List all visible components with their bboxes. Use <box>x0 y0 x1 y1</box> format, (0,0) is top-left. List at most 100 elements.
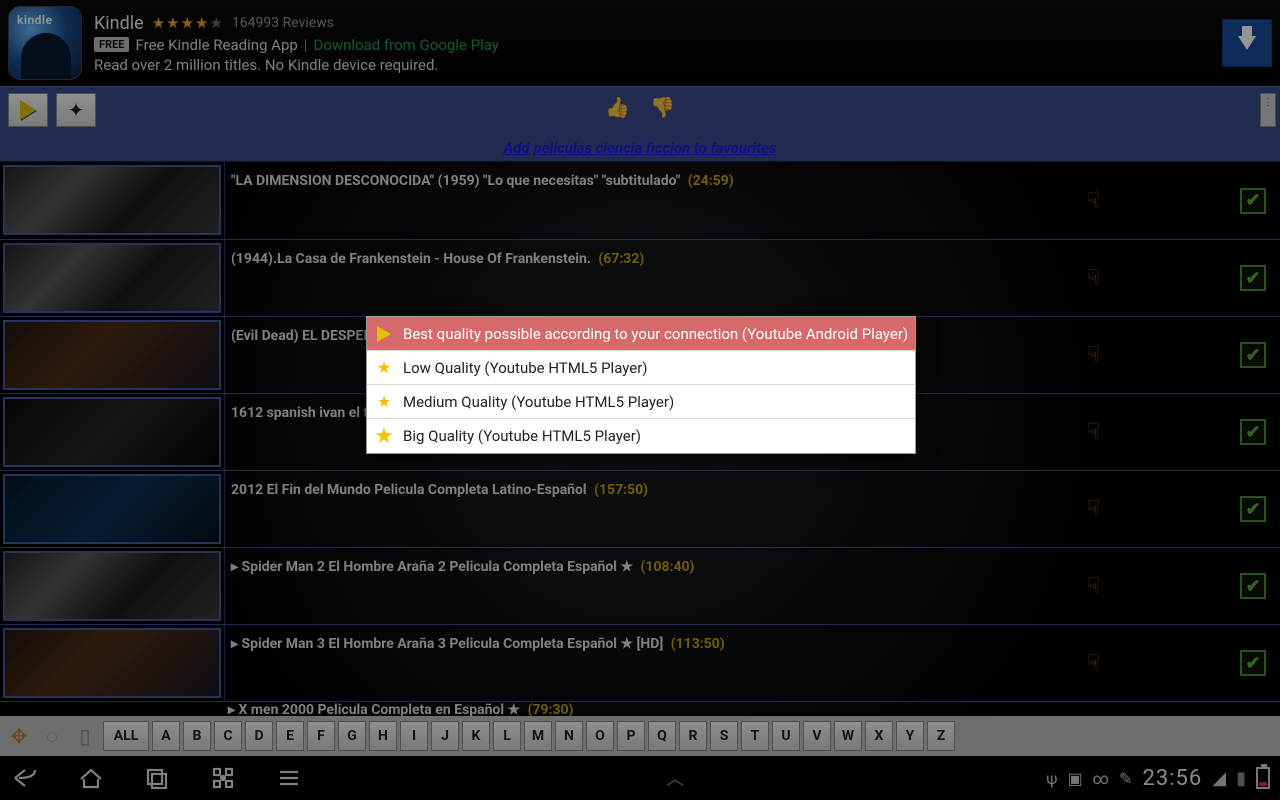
download-icon <box>1238 36 1256 50</box>
quality-option-big[interactable]: ★ Big Quality (Youtube HTML5 Player) <box>367 419 915 453</box>
filter-letter-d[interactable]: D <box>245 721 273 751</box>
filter-letter-p[interactable]: P <box>617 721 645 751</box>
video-row-body: 2012 El Fin del Mundo Pelicula Completa … <box>224 471 1280 547</box>
ad-reviews: 164993 Reviews <box>232 15 334 31</box>
video-thumbnail[interactable] <box>3 397 221 467</box>
video-row-body: ▸ Spider Man 2 El Hombre Araña 2 Pelicul… <box>224 548 1280 624</box>
star-icon: ★ <box>373 392 395 411</box>
menu-button[interactable] <box>274 765 304 791</box>
tap-hint-icon: ☟ <box>1087 651 1100 676</box>
checked-icon[interactable]: ✔ <box>1240 496 1266 522</box>
quality-option-best[interactable]: Best quality possible according to your … <box>367 317 915 351</box>
filter-letter-r[interactable]: R <box>679 721 707 751</box>
download-button[interactable] <box>1222 19 1272 67</box>
checked-icon[interactable]: ✔ <box>1240 650 1266 676</box>
video-row[interactable]: "LA DIMENSION DESCONOCIDA" (1959) "Lo qu… <box>0 162 1280 239</box>
back-button[interactable] <box>10 765 40 791</box>
ad-banner: Kindle ★★★★★ 164993 Reviews FREE Free Ki… <box>0 0 1280 86</box>
filter-letter-j[interactable]: J <box>431 721 459 751</box>
video-thumbnail[interactable] <box>3 320 221 390</box>
tap-hint-icon: ☟ <box>1087 574 1100 599</box>
free-badge: FREE <box>94 37 129 52</box>
video-row[interactable]: ▸ Spider Man 3 El Hombre Araña 3 Pelicul… <box>0 624 1280 701</box>
quality-option-label: Low Quality (Youtube HTML5 Player) <box>403 359 648 377</box>
video-title: 2012 El Fin del Mundo Pelicula Completa … <box>231 482 648 498</box>
status-tray[interactable]: ψ ▣ ∞ ✎ 23:56 ◢ ▮ <box>1046 766 1270 791</box>
tap-hint-icon: ☟ <box>1087 420 1100 445</box>
video-thumbnail[interactable] <box>3 243 221 313</box>
overflow-menu-button[interactable]: ⋮ <box>1260 93 1276 127</box>
thumbs-up-button[interactable]: 👍 <box>605 95 630 119</box>
filter-letter-q[interactable]: Q <box>648 721 676 751</box>
video-row[interactable]: ▸ Spider Man 2 El Hombre Araña 2 Pelicul… <box>0 547 1280 624</box>
filter-letter-z[interactable]: Z <box>927 721 955 751</box>
filter-letter-b[interactable]: B <box>183 721 211 751</box>
video-duration: (108:40) <box>641 559 695 575</box>
filter-letter-u[interactable]: U <box>772 721 800 751</box>
quality-option-label: Big Quality (Youtube HTML5 Player) <box>403 427 641 445</box>
quality-option-label: Medium Quality (Youtube HTML5 Player) <box>403 393 674 411</box>
filter-letter-o[interactable]: O <box>586 721 614 751</box>
video-row[interactable]: (1944).La Casa de Frankenstein - House O… <box>0 239 1280 316</box>
filter-letter-y[interactable]: Y <box>896 721 924 751</box>
edit-icon: ✎ <box>1119 769 1132 788</box>
video-thumbnail[interactable] <box>3 474 221 544</box>
filter-letter-t[interactable]: T <box>741 721 769 751</box>
tap-hint-icon: ☟ <box>1087 343 1100 368</box>
video-title: ▸ Spider Man 2 El Hombre Araña 2 Pelicul… <box>231 559 694 575</box>
checked-icon[interactable]: ✔ <box>1240 419 1266 445</box>
checked-icon[interactable]: ✔ <box>1240 265 1266 291</box>
video-thumbnail[interactable] <box>3 551 221 621</box>
filter-letter-g[interactable]: G <box>338 721 366 751</box>
filter-letter-x[interactable]: X <box>865 721 893 751</box>
wifi-icon: ◢ <box>1212 768 1226 789</box>
filter-letter-n[interactable]: N <box>555 721 583 751</box>
play-icon <box>373 323 395 345</box>
ad-app-icon[interactable] <box>8 6 82 80</box>
video-thumbnail[interactable] <box>3 628 221 698</box>
filter-letter-s[interactable]: S <box>710 721 738 751</box>
star-icon: ★ <box>373 358 395 377</box>
filter-letter-k[interactable]: K <box>462 721 490 751</box>
ad-tagline: Read over 2 million titles. No Kindle de… <box>94 56 499 74</box>
filter-letter-v[interactable]: V <box>803 721 831 751</box>
filter-letter-e[interactable]: E <box>276 721 304 751</box>
checked-icon[interactable]: ✔ <box>1240 188 1266 214</box>
video-title: 1612 spanish ivan el ter <box>231 405 385 421</box>
device-icon[interactable]: ▯ <box>70 721 100 751</box>
thumbs-down-button[interactable]: 👎 <box>650 95 675 119</box>
filter-all-button[interactable]: ALL <box>103 721 149 751</box>
expand-notifications-icon[interactable]: ︿ <box>666 765 684 791</box>
quality-option-low[interactable]: ★ Low Quality (Youtube HTML5 Player) <box>367 351 915 385</box>
checked-icon[interactable]: ✔ <box>1240 342 1266 368</box>
filter-letter-w[interactable]: W <box>834 721 862 751</box>
ad-store-link[interactable]: Download from Google Play <box>313 36 498 54</box>
video-duration: (113:50) <box>671 636 725 652</box>
video-duration: (67:32) <box>598 251 644 267</box>
filter-letter-a[interactable]: A <box>152 721 180 751</box>
filter-letter-i[interactable]: I <box>400 721 428 751</box>
home-button[interactable] <box>76 765 106 791</box>
android-navbar: ︿ ψ ▣ ∞ ✎ 23:56 ◢ ▮ <box>0 756 1280 800</box>
video-row[interactable]: 2012 El Fin del Mundo Pelicula Completa … <box>0 470 1280 547</box>
video-title: ▸ Spider Man 3 El Hombre Araña 3 Pelicul… <box>231 636 725 652</box>
ad-title[interactable]: Kindle <box>94 13 144 34</box>
video-title: "LA DIMENSION DESCONOCIDA" (1959) "Lo qu… <box>231 173 734 189</box>
screenshot-button[interactable] <box>208 765 238 791</box>
video-row-body: "LA DIMENSION DESCONOCIDA" (1959) "Lo qu… <box>224 162 1280 239</box>
quality-option-medium[interactable]: ★ Medium Quality (Youtube HTML5 Player) <box>367 385 915 419</box>
refresh-icon[interactable]: ◌ <box>37 721 67 751</box>
filter-letter-l[interactable]: L <box>493 721 521 751</box>
filter-letter-c[interactable]: C <box>214 721 242 751</box>
add-favourites-link[interactable]: Add peliculas ciencia ficcion to favouri… <box>0 139 1280 157</box>
signal-icon: ▮ <box>1236 768 1246 789</box>
quality-option-label: Best quality possible according to your … <box>403 325 908 343</box>
star-icon: ★ <box>373 424 395 449</box>
video-thumbnail[interactable] <box>3 165 221 235</box>
checked-icon[interactable]: ✔ <box>1240 573 1266 599</box>
filter-letter-f[interactable]: F <box>307 721 335 751</box>
filter-letter-h[interactable]: H <box>369 721 397 751</box>
move-icon[interactable]: ✥ <box>4 721 34 751</box>
recent-apps-button[interactable] <box>142 765 172 791</box>
filter-letter-m[interactable]: M <box>524 721 552 751</box>
